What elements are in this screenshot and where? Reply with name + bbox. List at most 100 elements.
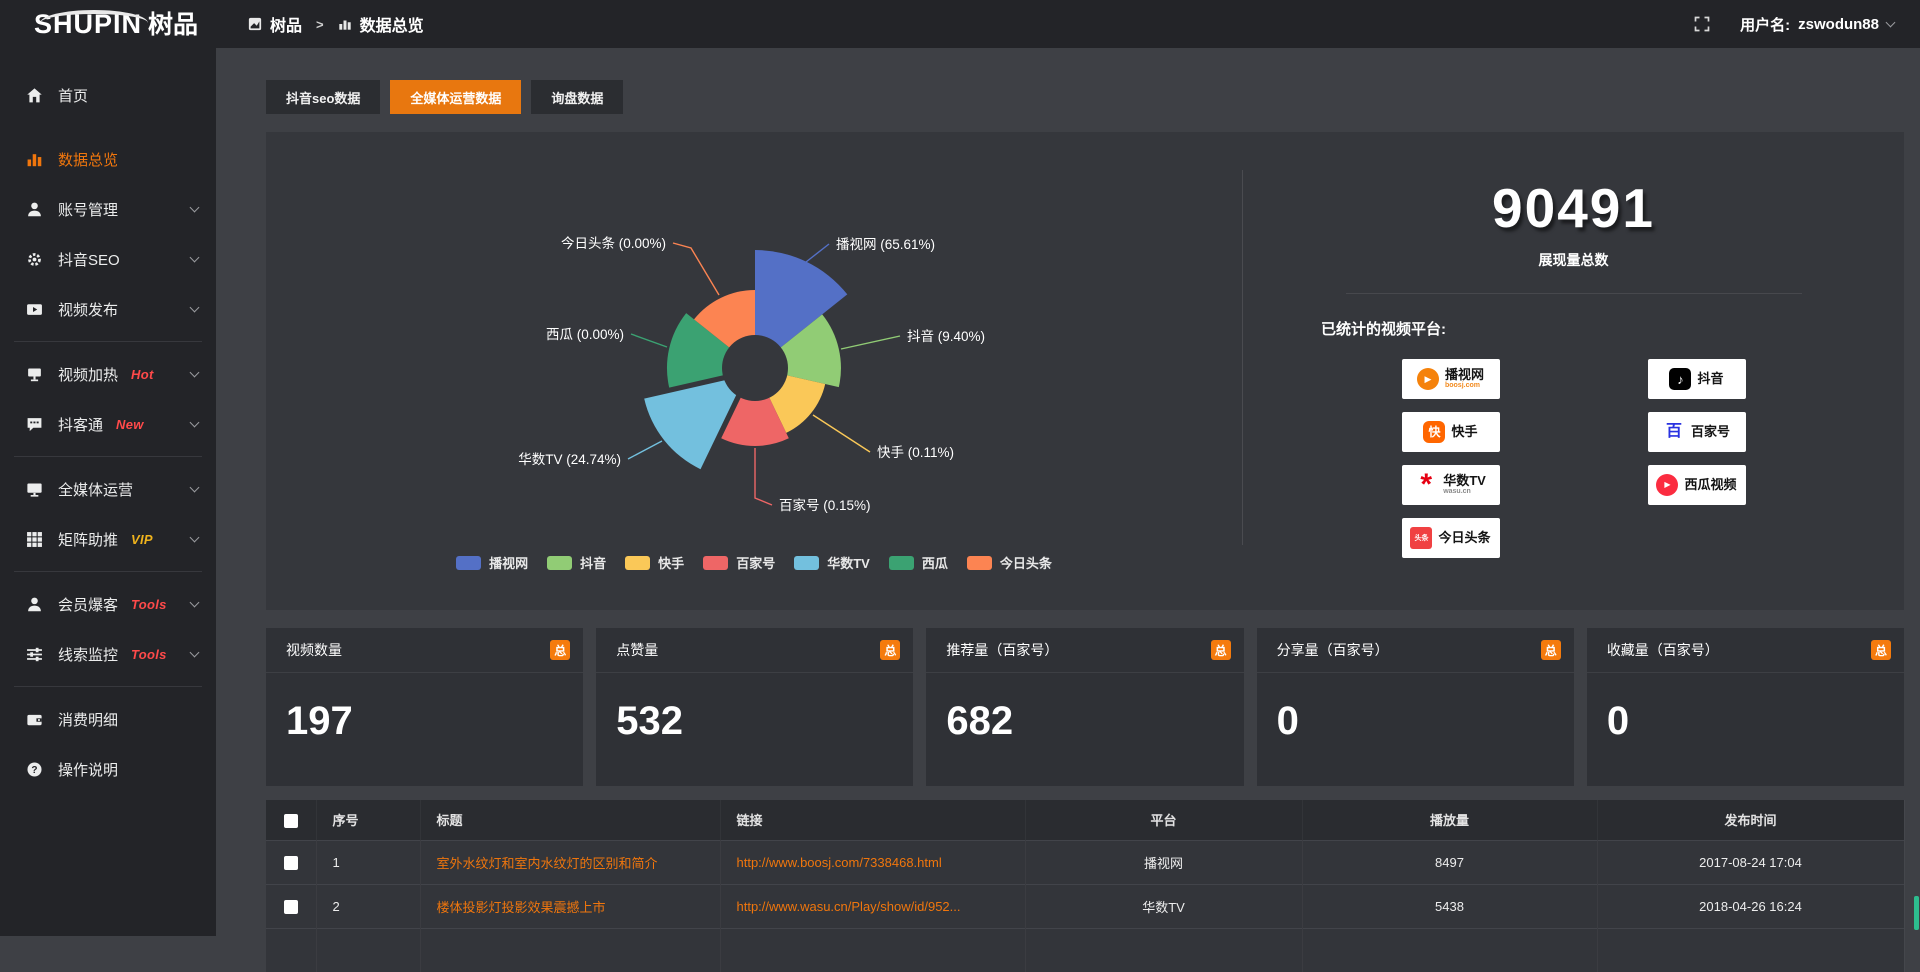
scrollbar-thumb[interactable] xyxy=(1914,896,1919,930)
sidebar-item-badge: Tools xyxy=(131,647,167,662)
sidebar-item-首页[interactable]: 首页 xyxy=(0,70,216,120)
pie-callout-line-播视网 xyxy=(806,244,829,262)
legend-item-抖音[interactable]: 抖音 xyxy=(547,553,606,572)
total-impressions-label: 展现量总数 xyxy=(1243,250,1904,270)
sidebar-item-label: 操作说明 xyxy=(58,759,118,780)
platform-sub: wasu.cn xyxy=(1443,488,1486,496)
sidebar-item-视频发布[interactable]: 视频发布 xyxy=(0,284,216,334)
legend-item-播视网[interactable]: 播视网 xyxy=(456,553,528,572)
cell-time: 2018-04-26 16:24 xyxy=(1597,884,1904,928)
breadcrumb: 树品 > 数据总览 xyxy=(248,12,424,36)
gear-icon xyxy=(26,251,43,268)
table-row: 2 楼体投影灯投影效果震撼上市 http://www.wasu.cn/Play/sh… xyxy=(266,884,1904,928)
platform-badge-华数TV: *华数TVwasu.cn xyxy=(1402,465,1500,505)
dashboard-page: { "header": { "logo_en": "SHUPIN", "logo… xyxy=(0,0,1920,936)
video-title-link[interactable]: 楼体投影灯投影效果震撼上市 xyxy=(437,897,719,916)
legend-item-百家号[interactable]: 百家号 xyxy=(703,553,775,572)
chevron-down-icon xyxy=(190,368,200,378)
legend-item-快手[interactable]: 快手 xyxy=(625,553,684,572)
tab-全媒体运营数据[interactable]: 全媒体运营数据 xyxy=(390,80,521,114)
video-title-link[interactable]: 室外水纹灯和室内水纹灯的区别和简介 xyxy=(437,853,719,872)
breadcrumb-root[interactable]: 树品 xyxy=(270,12,302,36)
select-all-checkbox[interactable] xyxy=(284,814,298,828)
platforms-title: 已统计的视频平台: xyxy=(1321,318,1904,339)
video-url-link[interactable]: http://www.boosj.com/7338468.html xyxy=(737,855,1024,870)
sidebar-item-数据总览[interactable]: 数据总览 xyxy=(0,134,216,184)
platform-name: 抖音 xyxy=(1697,372,1723,387)
grid-icon xyxy=(26,531,43,548)
video-url-link[interactable]: http://www.wasu.cn/Play/show/id/952... xyxy=(737,899,1024,914)
sidebar-item-label: 视频发布 xyxy=(58,299,118,320)
stat-card-label: 点赞量 xyxy=(616,640,658,660)
legend-swatch xyxy=(967,556,992,570)
stat-card-value: 682 xyxy=(926,673,1243,744)
column-header-播放量: 播放量 xyxy=(1302,800,1597,840)
sidebar-item-矩阵助推[interactable]: 矩阵助推VIP xyxy=(0,514,216,564)
platforms-column-right: ♪抖音百百家号▶西瓜视频 xyxy=(1648,359,1746,558)
chart-legend: 播视网抖音快手百家号 华数TV 西瓜今日头条 xyxy=(266,553,1242,572)
sidebar-item-视频加热[interactable]: 视频加热Hot xyxy=(0,349,216,399)
user-name: zswodun88 xyxy=(1798,16,1879,33)
sidebar-item-label: 消费明细 xyxy=(58,709,118,730)
total-badge: 总 xyxy=(1871,640,1891,660)
stat-card-点赞量: 点赞量总532 xyxy=(596,628,913,786)
table-header-row: 序号标题链接平台播放量发布时间 xyxy=(266,800,1904,840)
row-checkbox[interactable] xyxy=(284,856,298,870)
platform-badge-抖音: ♪ 抖音 xyxy=(1648,359,1746,399)
fullscreen-icon[interactable] xyxy=(1694,16,1710,32)
sidebar-item-全媒体运营[interactable]: 全媒体运营 xyxy=(0,464,216,514)
sidebar-item-label: 账号管理 xyxy=(58,199,118,220)
tab-抖音seo数据[interactable]: 抖音seo数据 xyxy=(266,80,380,114)
sidebar-item-会员爆客[interactable]: 会员爆客Tools xyxy=(0,579,216,629)
header-right: 用户名: zswodun88 xyxy=(1694,14,1920,35)
legend-label: 华数TV xyxy=(827,553,870,572)
platform-badge-今日头条: 头条今日头条 xyxy=(1402,518,1500,558)
legend-swatch xyxy=(547,556,572,570)
cell-index: 2 xyxy=(316,884,420,928)
pie-chart: 播视网 (65.61%)抖音 (9.40%)快手 (0.11%)百家号 (0.1… xyxy=(266,132,1242,610)
pie-callout-line-华数TV xyxy=(628,441,662,459)
sidebar-item-账号管理[interactable]: 账号管理 xyxy=(0,184,216,234)
sidebar-nav: 首页数据总览账号管理抖音SEO 视频发布视频加热Hot抖客通New 全媒体运营矩阵助… xyxy=(0,48,216,936)
douyin-logo-icon: ♪ xyxy=(1669,368,1691,390)
bars-icon xyxy=(26,151,43,168)
stat-card-视频数量: 视频数量总197 xyxy=(266,628,583,786)
legend-item-今日头条[interactable]: 今日头条 xyxy=(967,553,1052,572)
app-logo: SHUPIN 树品 xyxy=(0,11,216,38)
sidebar-item-操作说明[interactable]: ?操作说明 xyxy=(0,744,216,794)
home-icon xyxy=(26,87,43,104)
chevron-down-icon xyxy=(190,648,200,658)
legend-item-华数TV[interactable]: 华数TV xyxy=(794,553,870,572)
total-badge: 总 xyxy=(1211,640,1231,660)
user-menu[interactable]: 用户名: zswodun88 xyxy=(1740,14,1894,35)
row-checkbox[interactable] xyxy=(284,900,298,914)
legend-swatch xyxy=(794,556,819,570)
stat-card-header: 推荐量（百家号）总 xyxy=(926,628,1243,673)
cell-plays: 5438 xyxy=(1302,884,1597,928)
sidebar-item-线索监控[interactable]: 线索监控Tools xyxy=(0,629,216,679)
column-header-发布时间: 发布时间 xyxy=(1597,800,1904,840)
sidebar-item-badge: VIP xyxy=(131,532,153,547)
sidebar-item-消费明细[interactable]: 消费明细 xyxy=(0,694,216,744)
boosj-logo-icon: ▶ xyxy=(1417,368,1439,390)
legend-item-西瓜[interactable]: 西瓜 xyxy=(889,553,948,572)
chart-bars-icon xyxy=(338,17,352,31)
cell-time: 2017-08-24 17:04 xyxy=(1597,840,1904,884)
tab-询盘数据[interactable]: 询盘数据 xyxy=(531,80,623,114)
cell-plays: 8497 xyxy=(1302,840,1597,884)
breadcrumb-separator: > xyxy=(316,17,324,32)
sidebar-item-label: 会员爆客 xyxy=(58,594,118,615)
sidebar-item-抖音SEO[interactable]: 抖音SEO xyxy=(0,234,216,284)
column-header-序号: 序号 xyxy=(316,800,420,840)
kuaishou-logo-icon: 快 xyxy=(1423,421,1445,443)
pie-label-播视网: 播视网 (65.61%) xyxy=(836,237,935,252)
column-header-平台: 平台 xyxy=(1025,800,1302,840)
total-badge: 总 xyxy=(1541,640,1561,660)
xigua-logo-icon: ▶ xyxy=(1656,474,1678,496)
sidebar-item-抖客通[interactable]: 抖客通New xyxy=(0,399,216,449)
videos-table: 序号标题链接平台播放量发布时间1室外水纹灯和室内水纹灯的区别和简介http://… xyxy=(266,800,1905,972)
sidebar-divider xyxy=(14,571,202,572)
pie-label-抖音: 抖音 (9.40%) xyxy=(907,328,985,344)
stat-cards-row: 视频数量总197点赞量总532推荐量（百家号）总682分享量（百家号）总0收藏量… xyxy=(266,628,1904,786)
sidebar-divider xyxy=(14,341,202,342)
